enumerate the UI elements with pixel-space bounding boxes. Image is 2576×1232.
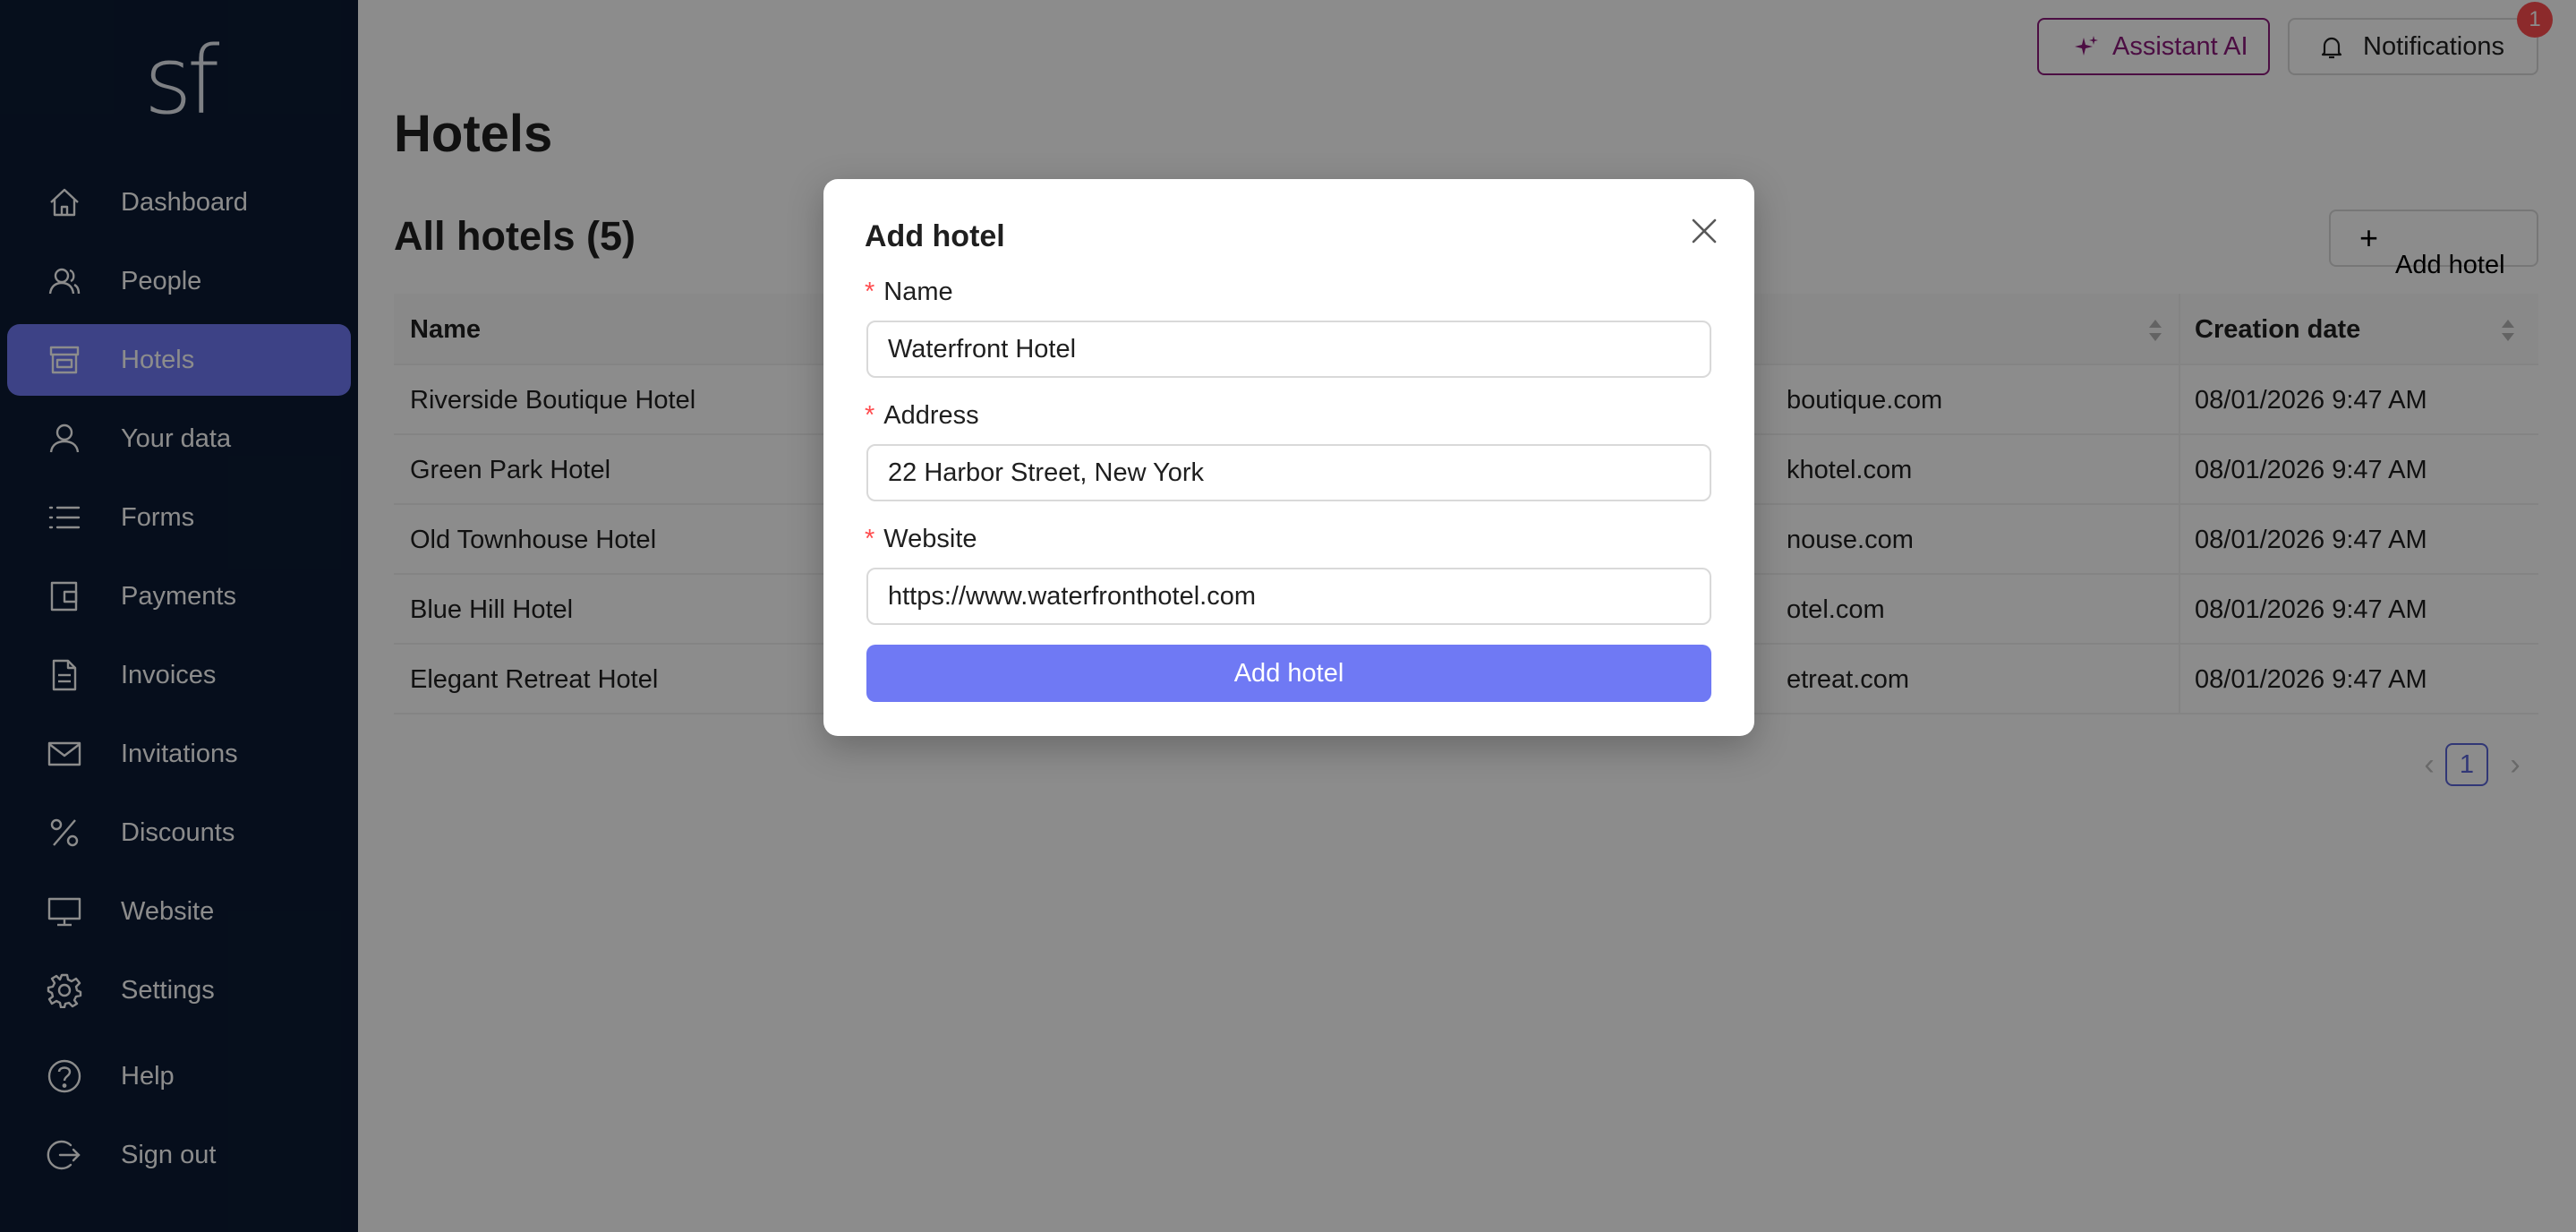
address-field-label: * Address xyxy=(865,396,979,435)
close-icon[interactable] xyxy=(1688,215,1720,247)
required-mark: * xyxy=(865,525,875,553)
address-field[interactable]: 22 Harbor Street, New York xyxy=(866,444,1711,501)
required-mark: * xyxy=(865,278,875,306)
name-field-label: * Name xyxy=(865,272,953,312)
website-field[interactable]: https://www.waterfronthotel.com xyxy=(866,568,1711,625)
address-label-text: Address xyxy=(883,401,979,430)
submit-add-hotel-button[interactable]: Add hotel xyxy=(866,645,1711,702)
app-root: sf Dashboard People Hotels Your data For… xyxy=(0,0,2576,1232)
name-label-text: Name xyxy=(883,278,953,306)
required-mark: * xyxy=(865,401,875,430)
name-field[interactable]: Waterfront Hotel xyxy=(866,321,1711,378)
modal-title: Add hotel xyxy=(865,219,1005,253)
website-label-text: Website xyxy=(883,525,977,553)
add-hotel-modal: Add hotel * Name Waterfront Hotel * Addres… xyxy=(823,179,1754,736)
website-field-label: * Website xyxy=(865,519,977,559)
